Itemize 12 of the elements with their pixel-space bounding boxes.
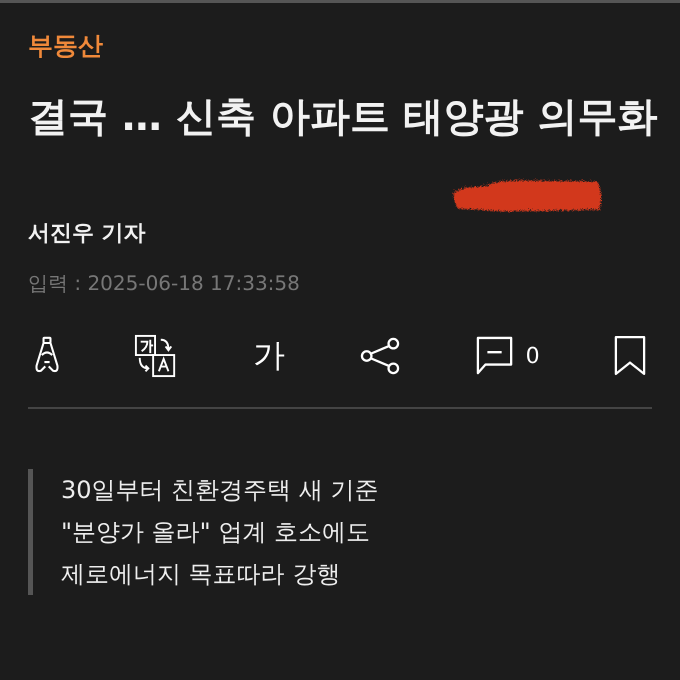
summary-line: 제로에너지 목표따라 강행	[61, 559, 342, 590]
summary-line: 30일부터 친환경주택 새 기준	[61, 475, 380, 506]
font-size-button[interactable]: 가	[252, 334, 285, 378]
category-label[interactable]: 부동산	[28, 29, 652, 62]
summary-line: "분양가 올라" 업계 호소에도	[61, 517, 371, 548]
publish-date: 입력 : 2025-06-18 17:33:58	[28, 270, 301, 297]
author-name: 서진우 기자	[28, 220, 147, 248]
article-title: 결국 … 신축 아파트 태양광 의무화	[28, 93, 658, 142]
share-icon[interactable]	[359, 337, 402, 375]
comment-icon[interactable]	[476, 335, 514, 377]
comment-count: 0	[526, 344, 540, 368]
bookmark-icon[interactable]	[614, 335, 646, 377]
